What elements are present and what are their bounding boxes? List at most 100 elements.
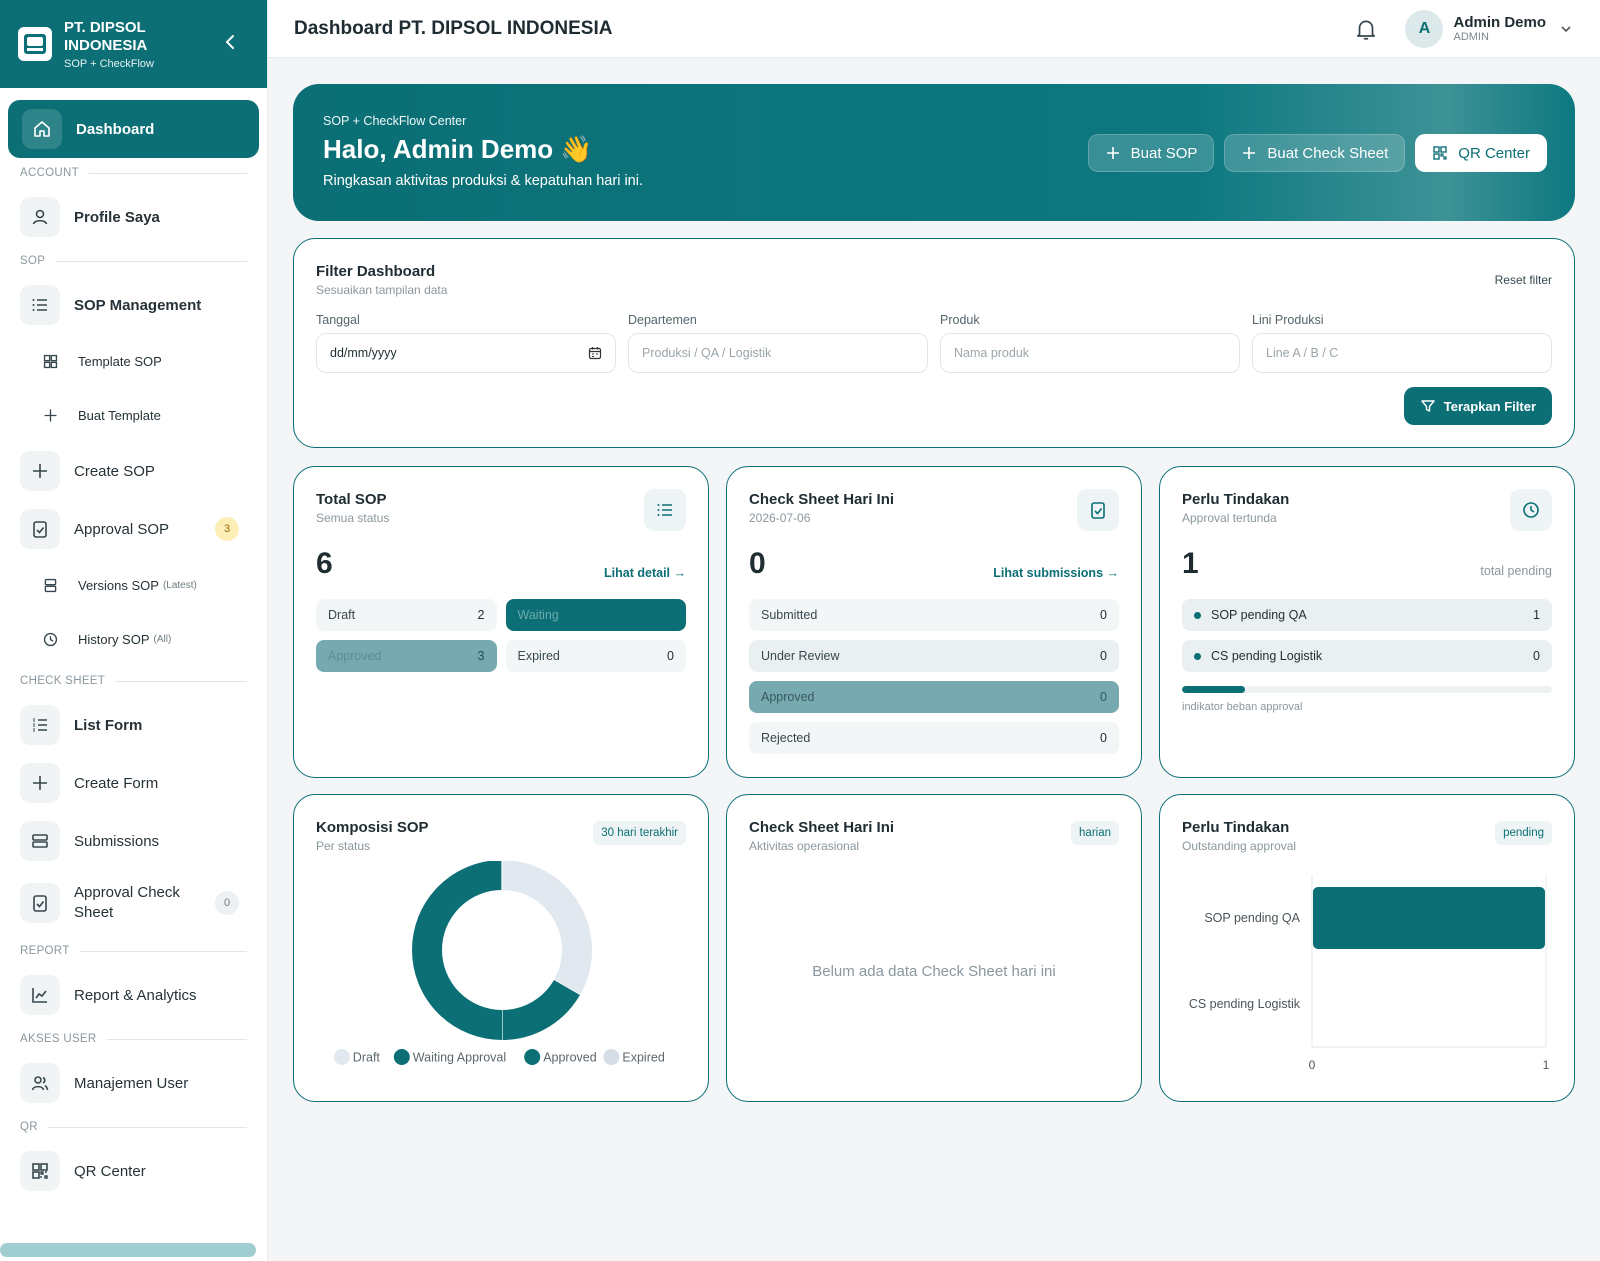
- buat-check-sheet-button[interactable]: Buat Check Sheet: [1224, 134, 1406, 172]
- status-dot: [1194, 611, 1201, 619]
- legend-label: Draft: [353, 1051, 381, 1065]
- lini-produksi-input[interactable]: Line A / B / C: [1252, 333, 1552, 373]
- brand-name-line1: PT. DIPSOL: [64, 18, 146, 36]
- legend-label: Approved: [543, 1051, 597, 1065]
- sidebar-item-report[interactable]: Report & Analytics: [8, 966, 259, 1024]
- sidebar-item-profile[interactable]: Profile Saya: [8, 188, 259, 246]
- clipboard-check-icon: [1077, 489, 1119, 531]
- row-label: Under Review: [761, 649, 840, 663]
- status-waiting[interactable]: Waiting: [505, 599, 686, 631]
- section-qr: QR: [8, 1112, 259, 1142]
- bell-icon[interactable]: [1353, 16, 1379, 42]
- section-account: ACCOUNT: [8, 158, 259, 188]
- row-count: 0: [1100, 649, 1107, 663]
- home-icon: [22, 109, 62, 149]
- lini-produksi-label: Lini Produksi: [1252, 313, 1324, 327]
- sidebar-item-buat-template[interactable]: Buat Template: [8, 388, 259, 442]
- empty-state-message: Belum ada data Check Sheet hari ini: [812, 963, 1056, 980]
- sidebar-item-label: QR Center: [74, 1162, 146, 1180]
- donut-slice-waiting-approval[interactable]: [501, 979, 580, 1040]
- sidebar-item-approval-sop[interactable]: Approval SOP 3: [8, 500, 259, 558]
- qr-center-button[interactable]: QR Center: [1415, 134, 1547, 172]
- tanggal-date-input[interactable]: dd/mm/yyyy: [316, 333, 616, 373]
- sidebar-item-sop-management[interactable]: SOP Management: [8, 276, 259, 334]
- sidebar-scrollbar[interactable]: [0, 1243, 256, 1257]
- sidebar-item-label: Profile Saya: [74, 208, 160, 226]
- produk-input[interactable]: Nama produk: [940, 333, 1240, 373]
- sidebar-item-manajemen-user[interactable]: Manajemen User: [8, 1054, 259, 1112]
- sidebar-item-approval-check-sheet[interactable]: Approval Check Sheet 0: [8, 870, 259, 936]
- sidebar-item-create-sop[interactable]: Create SOP: [8, 442, 259, 500]
- donut-slice-approved[interactable]: [412, 861, 503, 1040]
- sidebar-item-submissions[interactable]: Submissions: [8, 812, 259, 870]
- section-akses-user: AKSES USER: [8, 1024, 259, 1054]
- period-tag: 30 hari terakhir: [593, 821, 686, 845]
- status-approved[interactable]: Approved 3: [316, 640, 497, 672]
- lihat-detail-link[interactable]: Lihat detail →: [604, 566, 686, 580]
- layers-icon: [34, 569, 66, 601]
- hero-greeting: Halo, Admin Demo: [323, 134, 554, 164]
- filter-card: Filter Dashboard Sesuaikan tampilan data…: [293, 238, 1575, 448]
- avatar[interactable]: A: [1405, 9, 1444, 48]
- cs-chart-title: Check Sheet Hari Ini: [749, 819, 895, 836]
- plus-icon: [20, 763, 60, 803]
- status-count: 3: [477, 649, 485, 663]
- produk-placeholder: Nama produk: [954, 346, 1030, 360]
- donut-legend: Draft Waiting Approval Approved Expired: [333, 1049, 665, 1065]
- buat-sop-label: Buat SOP: [1130, 144, 1198, 162]
- sidebar-item-label: Submissions: [74, 832, 160, 850]
- sidebar-item-label: List Form: [74, 716, 143, 734]
- reset-filter-link[interactable]: Reset filter: [1495, 273, 1552, 287]
- sidebar-item-dashboard[interactable]: Dashboard: [8, 100, 259, 158]
- cs-chart-subtitle: Aktivitas operasional: [749, 839, 860, 853]
- cs-row-submitted[interactable]: Submitted 0: [749, 599, 1119, 631]
- donut-slice-draft[interactable]: [501, 861, 592, 995]
- chevron-down-icon[interactable]: [1558, 21, 1574, 37]
- cs-row-under-review[interactable]: Under Review 0: [749, 640, 1119, 672]
- sidebar-item-label: Manajemen User: [74, 1074, 189, 1092]
- collapse-sidebar-icon[interactable]: [221, 32, 241, 52]
- sidebar-item-list-form[interactable]: List Form: [8, 696, 259, 754]
- row-label: Approved: [761, 690, 815, 704]
- sidebar-item-label: Buat Template: [78, 407, 161, 423]
- sidebar-item-label: Dashboard: [76, 120, 155, 138]
- status-label: Approved: [328, 649, 382, 663]
- sidebar-item-create-form[interactable]: Create Form: [8, 754, 259, 812]
- row-label: Rejected: [761, 731, 811, 745]
- sidebar-item-note: (Latest): [162, 579, 197, 591]
- x-tick-label: 1: [1543, 1058, 1550, 1072]
- status-draft[interactable]: Draft 2: [316, 599, 497, 631]
- cs-row-approved[interactable]: Approved 0: [749, 681, 1119, 713]
- legend-swatch: [603, 1049, 620, 1065]
- perlu-tindakan-chart-card: Perlu Tindakan Outstanding approval pend…: [1159, 794, 1575, 1102]
- row-count: 0: [1533, 649, 1540, 663]
- lihat-submissions-link[interactable]: Lihat submissions →: [993, 566, 1119, 580]
- sidebar-item-history-sop[interactable]: History SOP (All): [8, 612, 259, 666]
- list-ordered-icon: [20, 705, 60, 745]
- legend-item[interactable]: Waiting Approval: [393, 1049, 506, 1065]
- legend-swatch: [393, 1049, 410, 1065]
- sidebar-item-label: Create Form: [74, 774, 159, 792]
- cs-row-rejected[interactable]: Rejected 0: [749, 722, 1119, 754]
- lini-produksi-placeholder: Line A / B / C: [1266, 346, 1339, 360]
- users-icon: [20, 1063, 60, 1103]
- pending-row-cs-logistik[interactable]: CS pending Logistik 0: [1182, 640, 1552, 672]
- pending-row-sop-qa[interactable]: SOP pending QA 1: [1182, 599, 1552, 631]
- total-sop-subtitle: Semua status: [316, 511, 390, 525]
- user-menu[interactable]: Admin Demo ADMIN: [1453, 14, 1546, 43]
- sidebar-item-versions-sop[interactable]: Versions SOP (Latest): [8, 558, 259, 612]
- cs-today-title: Check Sheet Hari Ini: [749, 491, 895, 508]
- departemen-input[interactable]: Produksi / QA / Logistik: [628, 333, 928, 373]
- calendar-icon[interactable]: [588, 346, 602, 360]
- status-expired[interactable]: Expired 0: [505, 640, 686, 672]
- terapkan-filter-button[interactable]: Terapkan Filter: [1403, 387, 1552, 425]
- produk-label: Produk: [940, 313, 980, 327]
- tanggal-label: Tanggal: [316, 313, 360, 327]
- legend-item[interactable]: Approved: [524, 1049, 597, 1065]
- bar-sop-pending-qa[interactable]: [1313, 887, 1545, 949]
- sidebar-item-qr-center[interactable]: QR Center: [8, 1142, 259, 1200]
- buat-sop-button[interactable]: Buat SOP: [1087, 134, 1215, 172]
- sidebar-item-template-sop[interactable]: Template SOP: [8, 334, 259, 388]
- legend-item[interactable]: Expired: [603, 1049, 665, 1065]
- legend-item[interactable]: Draft: [333, 1049, 381, 1065]
